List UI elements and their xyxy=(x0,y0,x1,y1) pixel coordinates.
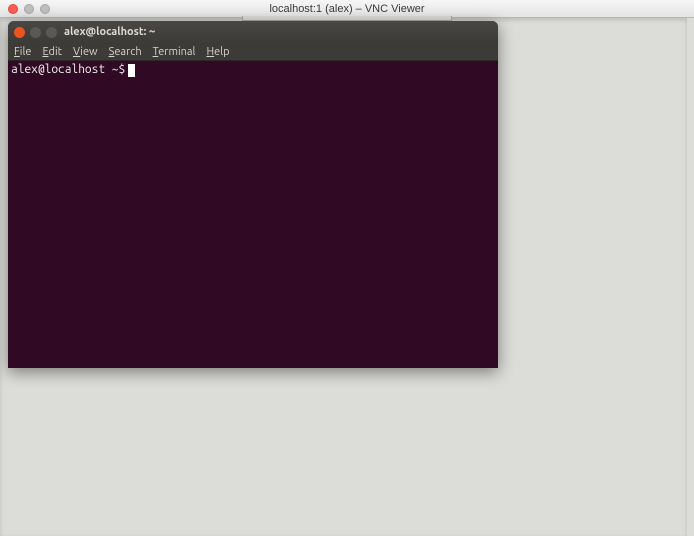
cursor xyxy=(128,64,135,77)
terminal-title: alex@localhost: ~ xyxy=(64,26,155,38)
terminal-minimize-button[interactable] xyxy=(30,27,41,38)
vnc-desktop[interactable]: alex@localhost: ~ File Edit View Search … xyxy=(0,18,694,536)
mac-zoom-button[interactable] xyxy=(40,4,50,14)
prompt-text: alex@localhost ~$ xyxy=(11,63,125,77)
terminal-titlebar[interactable]: alex@localhost: ~ xyxy=(8,21,498,43)
mac-close-button[interactable] xyxy=(8,4,18,14)
terminal-window-controls xyxy=(14,27,57,38)
menu-terminal[interactable]: Terminal xyxy=(153,46,196,58)
menu-view[interactable]: View xyxy=(73,46,98,58)
menu-help[interactable]: Help xyxy=(206,46,229,58)
menu-file[interactable]: File xyxy=(14,46,31,58)
terminal-maximize-button[interactable] xyxy=(46,27,57,38)
terminal-window[interactable]: alex@localhost: ~ File Edit View Search … xyxy=(8,21,498,368)
mac-window-title: localhost:1 (alex) – VNC Viewer xyxy=(0,3,694,15)
terminal-body[interactable]: alex@localhost ~$ xyxy=(8,61,498,368)
mac-minimize-button[interactable] xyxy=(24,4,34,14)
terminal-close-button[interactable] xyxy=(14,27,25,38)
terminal-menubar: File Edit View Search Terminal Help xyxy=(8,43,498,61)
prompt-line: alex@localhost ~$ xyxy=(11,63,495,77)
menu-edit[interactable]: Edit xyxy=(42,46,62,58)
window-controls xyxy=(0,4,50,14)
menu-search[interactable]: Search xyxy=(109,46,142,58)
